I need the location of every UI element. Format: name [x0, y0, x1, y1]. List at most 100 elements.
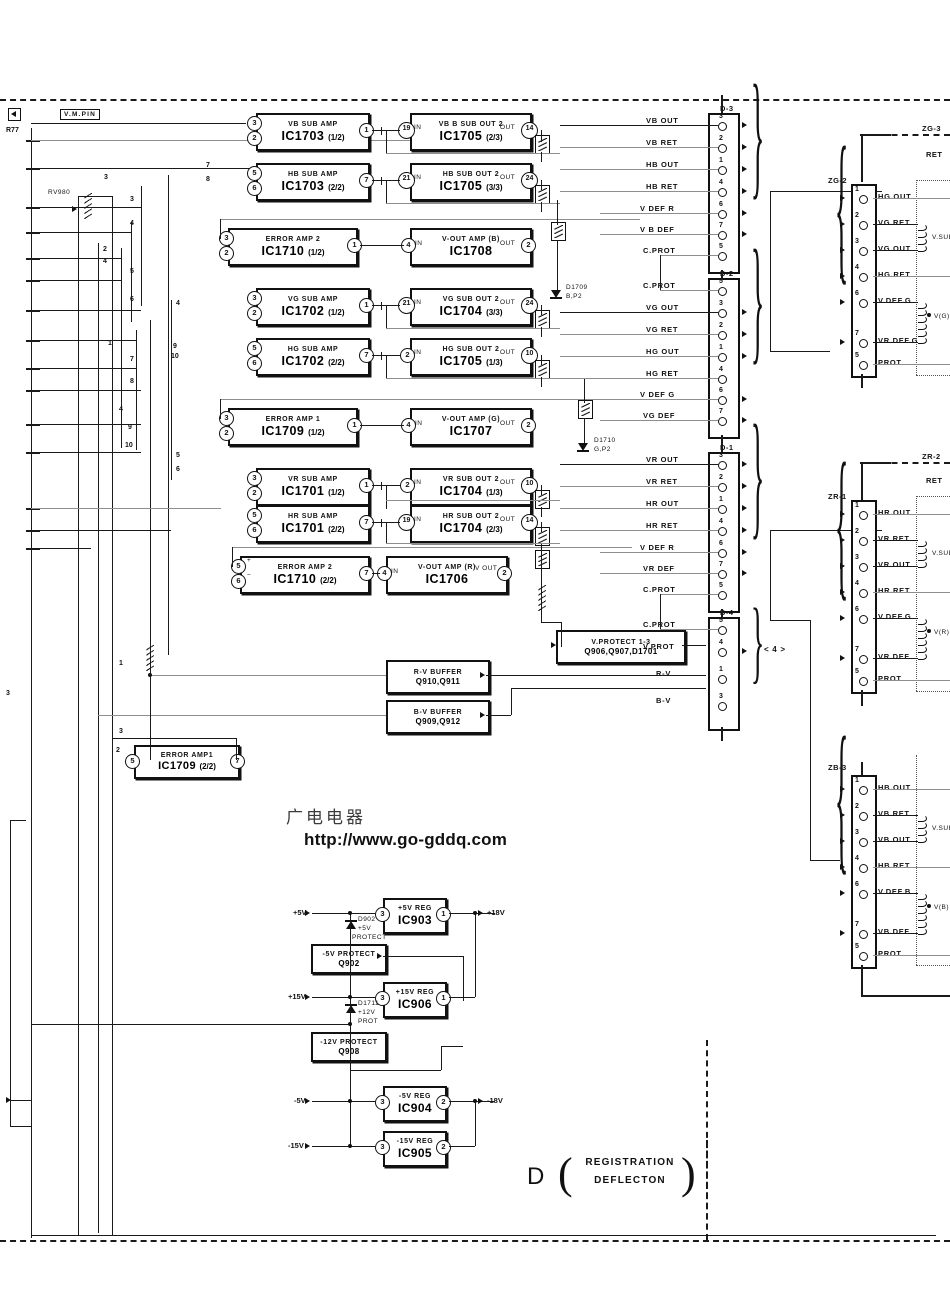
block-vb-b-sub-out-2[interactable]: VB B SUB OUT 2 IC1705 (2/3) — [410, 113, 532, 151]
pin-out-2[interactable]: 2 — [436, 1140, 451, 1155]
connector-hole[interactable] — [718, 505, 727, 514]
connector-hole[interactable] — [718, 210, 727, 219]
block-hr-sub-amp[interactable]: HR SUB AMP IC1701 (2/2) — [256, 505, 370, 543]
pin-in-3[interactable]: 3 — [247, 291, 262, 306]
pin-in-3[interactable]: 3 — [247, 471, 262, 486]
block-hb-sub-amp[interactable]: HB SUB AMP IC1703 (2/2) — [256, 163, 370, 201]
block-vr-sub-amp[interactable]: VR SUB AMP IC1701 (1/2) — [256, 468, 370, 506]
block-bv-buffer[interactable]: B-V BUFFER Q909,Q912 — [386, 700, 490, 734]
pin-in-5[interactable]: 5 — [247, 341, 262, 356]
pin-in-3[interactable]: 3 — [247, 116, 262, 131]
connector-hole[interactable] — [718, 166, 727, 175]
block-hr-sub-out-2[interactable]: HR SUB OUT 2 IC1704 (2/3) — [410, 505, 532, 543]
pin-in-2[interactable]: 2 — [247, 306, 262, 321]
pin-out-1[interactable]: 1 — [436, 907, 451, 922]
pin-out-2[interactable]: 2 — [497, 566, 512, 581]
connector-hole[interactable] — [859, 615, 868, 624]
connector-hole[interactable] — [718, 375, 727, 384]
connector-hole[interactable] — [718, 591, 727, 600]
connector-hole[interactable] — [718, 231, 727, 240]
connector-hole[interactable] — [718, 417, 727, 426]
pin-in-5[interactable]: 5 — [125, 754, 140, 769]
connector-hole[interactable] — [859, 786, 868, 795]
connector-hole[interactable] — [859, 511, 868, 520]
connector-hole[interactable] — [859, 838, 868, 847]
pin-in-5[interactable]: 5 — [247, 166, 262, 181]
pin-in-2[interactable]: 2 — [400, 478, 415, 493]
pin-in-6[interactable]: 6 — [231, 574, 246, 589]
block-v-out-amp-g[interactable]: V-OUT AMP (G) IC1707 — [410, 408, 532, 446]
connector-hole[interactable] — [859, 195, 868, 204]
pin-in-21[interactable]: 21 — [398, 172, 415, 189]
block-hb-sub-out-2[interactable]: HB SUB OUT 2 IC1705 (3/3) — [410, 163, 532, 201]
block-vb-sub-amp[interactable]: VB SUB AMP IC1703 (1/2) — [256, 113, 370, 151]
connector-hole[interactable] — [718, 122, 727, 131]
connector-hole[interactable] — [718, 353, 727, 362]
connector-hole[interactable] — [718, 287, 727, 296]
connector-hole[interactable] — [718, 527, 727, 536]
connector-hole[interactable] — [718, 331, 727, 340]
connector-hole[interactable] — [718, 309, 727, 318]
connector-hole[interactable] — [859, 247, 868, 256]
connector-hole[interactable] — [859, 589, 868, 598]
connector-hole[interactable] — [859, 952, 868, 961]
connector-hole[interactable] — [859, 361, 868, 370]
connector-hole[interactable] — [718, 396, 727, 405]
pin-out-1[interactable]: 1 — [436, 991, 451, 1006]
block-error-amp-2-r[interactable]: ERROR AMP 2 IC1710 (2/2) — [240, 556, 370, 594]
connector-hole[interactable] — [718, 483, 727, 492]
connector-hole[interactable] — [718, 188, 727, 197]
connector-hole[interactable] — [859, 655, 868, 664]
pin-out-2[interactable]: 2 — [436, 1095, 451, 1110]
block-vg-sub-amp[interactable]: VG SUB AMP IC1702 (1/2) — [256, 288, 370, 326]
connector-hole[interactable] — [718, 461, 727, 470]
connector-hole[interactable] — [718, 702, 727, 711]
block-error-amp-2-b[interactable]: ERROR AMP 2 IC1710 (1/2) — [228, 228, 358, 266]
connector-hole[interactable] — [718, 648, 727, 657]
pin-in-5[interactable]: 5 — [247, 508, 262, 523]
pin-in-3[interactable]: 3 — [375, 907, 390, 922]
connector-hole[interactable] — [859, 537, 868, 546]
pin-in-19[interactable]: 19 — [398, 122, 415, 139]
block-hg-sub-amp[interactable]: HG SUB AMP IC1702 (2/2) — [256, 338, 370, 376]
connector-hole[interactable] — [718, 570, 727, 579]
connector-hole[interactable] — [859, 221, 868, 230]
pin-in-3[interactable]: 3 — [375, 1095, 390, 1110]
pin-out-2[interactable]: 2 — [521, 238, 536, 253]
block-rv-buffer[interactable]: R-V BUFFER Q910,Q911 — [386, 660, 490, 694]
block-v-out-amp-r[interactable]: V-OUT AMP (R) IC1706 — [386, 556, 508, 594]
connector-hole[interactable] — [859, 273, 868, 282]
connector-hole[interactable] — [718, 675, 727, 684]
block-q908-minus12v-protect[interactable]: -12V PROTECT Q908 — [311, 1032, 387, 1062]
connector-hole[interactable] — [859, 677, 868, 686]
block-hg-sub-out-2[interactable]: HG SUB OUT 2 IC1705 (1/3) — [410, 338, 532, 376]
pin-in-2[interactable]: 2 — [400, 348, 415, 363]
connector-hole[interactable] — [859, 339, 868, 348]
pin-out-7[interactable]: 7 — [230, 754, 245, 769]
pin-in-6[interactable]: 6 — [247, 181, 262, 196]
pin-out-2[interactable]: 2 — [521, 418, 536, 433]
block-error-amp-1-g[interactable]: ERROR AMP 1 IC1709 (1/2) — [228, 408, 358, 446]
connector-hole[interactable] — [718, 549, 727, 558]
connector-hole[interactable] — [859, 864, 868, 873]
pin-in-2[interactable]: 2 — [247, 486, 262, 501]
pin-in-6[interactable]: 6 — [247, 356, 262, 371]
block-v-out-amp-b[interactable]: V-OUT AMP (B) IC1708 — [410, 228, 532, 266]
pin-in-2[interactable]: 2 — [247, 131, 262, 146]
connector-hole[interactable] — [859, 812, 868, 821]
pin-in-19[interactable]: 19 — [398, 514, 415, 531]
pin-in-3[interactable]: 3 — [219, 231, 234, 246]
pin-in-5[interactable]: 5 — [231, 559, 246, 574]
pin-in-6[interactable]: 6 — [247, 523, 262, 538]
connector-hole[interactable] — [859, 890, 868, 899]
pin-in-21[interactable]: 21 — [398, 297, 415, 314]
pin-in-3[interactable]: 3 — [219, 411, 234, 426]
pin-in-2[interactable]: 2 — [219, 426, 234, 441]
connector-hole[interactable] — [859, 563, 868, 572]
connector-hole[interactable] — [718, 252, 727, 261]
block-vg-sub-out-2[interactable]: VG SUB OUT 2 IC1704 (3/3) — [410, 288, 532, 326]
block-q902-minus5v-protect[interactable]: -5V PROTECT Q902 — [311, 944, 387, 974]
connector-hole[interactable] — [859, 930, 868, 939]
connector-hole[interactable] — [718, 144, 727, 153]
pin-in-2[interactable]: 2 — [219, 246, 234, 261]
